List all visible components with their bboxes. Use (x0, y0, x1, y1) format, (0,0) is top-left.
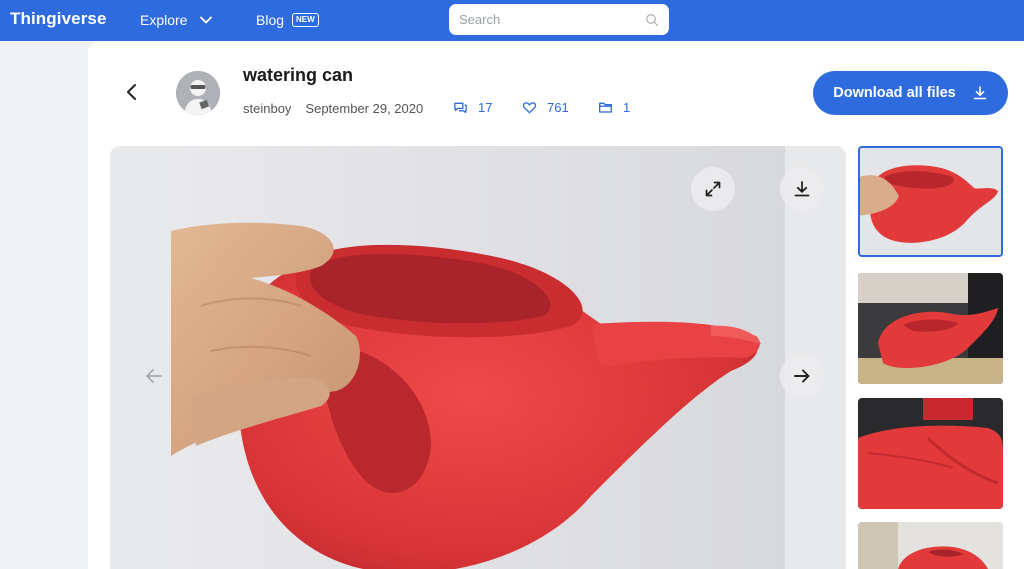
new-badge: NEW (292, 13, 319, 27)
arrow-right-icon (794, 369, 810, 383)
thumbnail-image (858, 273, 1003, 384)
collections-stat[interactable]: 1 (598, 100, 630, 115)
expand-icon (705, 181, 721, 197)
nav-explore-label: Explore (140, 12, 188, 28)
site-logo[interactable]: Thingiverse (10, 9, 107, 29)
download-image-button[interactable] (780, 167, 824, 211)
nav-blog-label: Blog (256, 12, 285, 28)
collections-count: 1 (623, 100, 631, 115)
thumbnail-image (860, 148, 1001, 255)
nav-explore[interactable]: Explore (140, 12, 213, 28)
author-link[interactable]: steinboy (243, 101, 291, 116)
thumbnail-image (858, 522, 1003, 569)
comment-icon (454, 102, 467, 114)
heart-icon (522, 102, 537, 114)
download-all-label: Download all files (833, 85, 956, 101)
arrow-left-icon[interactable] (143, 365, 165, 387)
thing-title: watering can (243, 65, 354, 85)
thumbnail-3[interactable] (858, 398, 1003, 509)
next-image-button[interactable] (780, 354, 824, 398)
image-viewer (110, 146, 846, 569)
chevron-left-icon[interactable] (120, 80, 144, 104)
thing-meta: steinboy September 29, 2020 (243, 101, 423, 116)
download-all-button[interactable]: Download all files (813, 71, 1008, 115)
download-icon (973, 86, 987, 100)
chevron-down-icon (200, 16, 213, 24)
thumbnail-image (858, 398, 1003, 509)
avatar-image (176, 71, 220, 115)
likes-stat[interactable]: 761 (522, 100, 569, 115)
likes-count: 761 (547, 100, 569, 115)
search-input[interactable] (459, 12, 645, 27)
folder-icon (599, 102, 612, 113)
comments-stat[interactable]: 17 (453, 100, 492, 115)
nav-blog[interactable]: Blog NEW (256, 12, 319, 28)
thumbnail-1[interactable] (858, 146, 1003, 257)
thumbnail-2[interactable] (858, 273, 1003, 384)
publish-date: September 29, 2020 (305, 101, 424, 116)
search-icon[interactable] (645, 13, 659, 27)
expand-button[interactable] (691, 167, 735, 211)
thumbnail-4[interactable] (858, 522, 1003, 569)
search-box[interactable] (449, 4, 669, 35)
main-image[interactable] (171, 146, 785, 569)
avatar[interactable] (176, 71, 220, 115)
comments-count: 17 (478, 100, 493, 115)
download-icon (794, 181, 810, 197)
top-navigation: Thingiverse Explore Blog NEW (0, 0, 1024, 41)
